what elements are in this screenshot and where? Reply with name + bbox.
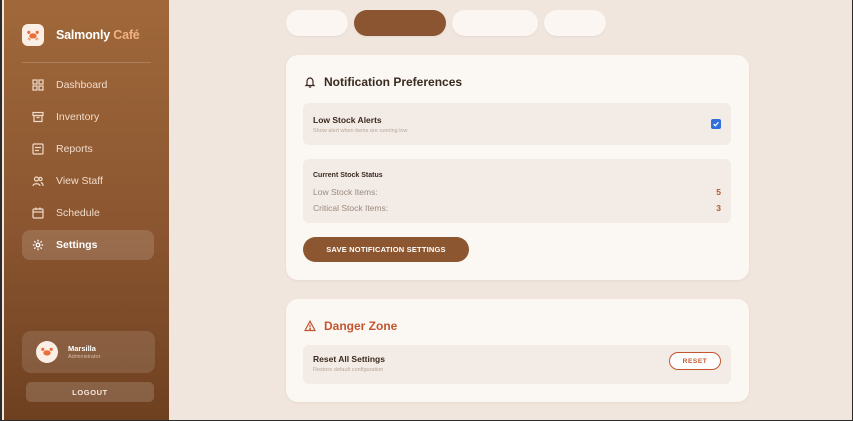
- low-stock-items-value: 5: [716, 187, 721, 197]
- critical-stock-items-label: Critical Stock Items:: [313, 203, 389, 213]
- sidebar-item-label: Dashboard: [56, 79, 108, 91]
- staff-icon: [32, 176, 44, 187]
- sidebar-nav: Dashboard Inventory Reports View Staff S…: [22, 70, 154, 262]
- bell-icon: [304, 77, 316, 88]
- reset-settings-row: Reset All Settings Restore default confi…: [303, 345, 731, 384]
- gear-icon: [32, 239, 44, 251]
- save-notification-settings-button[interactable]: SAVE NOTIFICATION SETTINGS: [303, 237, 469, 262]
- critical-stock-items-value: 3: [716, 203, 721, 213]
- tab-1[interactable]: [286, 10, 348, 36]
- sidebar-item-label: Schedule: [56, 207, 100, 219]
- stock-status-heading: Current Stock Status: [313, 172, 383, 179]
- warning-icon: [304, 320, 316, 332]
- sidebar-item-label: Settings: [56, 239, 98, 251]
- crab-avatar-icon: [41, 347, 53, 356]
- notification-title-text: Notification Preferences: [324, 75, 463, 89]
- sidebar-divider: [22, 62, 151, 63]
- dashboard-icon: [32, 79, 44, 91]
- user-name: Marsilla: [68, 344, 96, 353]
- low-stock-alerts-title: Low Stock Alerts: [313, 115, 382, 125]
- crab-logo-icon: [22, 24, 44, 46]
- sidebar-item-reports[interactable]: Reports: [22, 134, 154, 164]
- tab-4[interactable]: [544, 10, 606, 36]
- avatar: [36, 341, 58, 363]
- brand-name-main: Salmonly: [56, 28, 110, 42]
- sidebar-item-label: View Staff: [56, 175, 103, 187]
- sidebar-item-view-staff[interactable]: View Staff: [22, 166, 154, 196]
- calendar-icon: [32, 207, 44, 219]
- critical-stock-items-line: Critical Stock Items: 3: [313, 203, 721, 213]
- danger-zone-card: Danger Zone Reset All Settings Restore d…: [286, 299, 749, 402]
- sidebar-item-schedule[interactable]: Schedule: [22, 198, 154, 228]
- sidebar-item-label: Reports: [56, 143, 93, 155]
- user-role: Administrator: [68, 354, 101, 360]
- reports-icon: [32, 143, 44, 155]
- brand[interactable]: Salmonly Café: [22, 24, 140, 46]
- inventory-icon: [32, 111, 44, 123]
- low-stock-items-label: Low Stock Items:: [313, 187, 378, 197]
- brand-name-accent: Café: [113, 28, 140, 42]
- low-stock-alerts-row: Low Stock Alerts Show alert when items a…: [303, 103, 731, 145]
- tab-3[interactable]: [452, 10, 538, 36]
- logout-button[interactable]: LOGOUT: [26, 382, 154, 402]
- brand-name: Salmonly Café: [56, 28, 140, 42]
- low-stock-alerts-subtitle: Show alert when items are running low: [313, 128, 408, 134]
- reset-settings-subtitle: Restore default configuration: [313, 367, 384, 373]
- reset-button[interactable]: RESET: [669, 352, 721, 370]
- notification-preferences-card: Notification Preferences Low Stock Alert…: [286, 55, 749, 280]
- sidebar-item-inventory[interactable]: Inventory: [22, 102, 154, 132]
- danger-zone-title-text: Danger Zone: [324, 319, 398, 333]
- tab-active[interactable]: [354, 10, 446, 36]
- checkmark-icon: [713, 121, 719, 127]
- sidebar-item-settings[interactable]: Settings: [22, 230, 154, 260]
- stock-status-box: Current Stock Status Low Stock Items: 5 …: [303, 159, 731, 223]
- low-stock-items-line: Low Stock Items: 5: [313, 187, 721, 197]
- reset-settings-title: Reset All Settings: [313, 354, 385, 364]
- sidebar-item-label: Inventory: [56, 111, 100, 123]
- low-stock-alerts-checkbox[interactable]: [711, 119, 721, 129]
- notification-card-title: Notification Preferences: [304, 75, 462, 89]
- sidebar-item-dashboard[interactable]: Dashboard: [22, 70, 154, 100]
- user-card[interactable]: Marsilla Administrator: [22, 331, 155, 373]
- danger-zone-title: Danger Zone: [304, 319, 397, 333]
- sidebar: Salmonly Café Dashboard Inventory Report…: [4, 0, 169, 421]
